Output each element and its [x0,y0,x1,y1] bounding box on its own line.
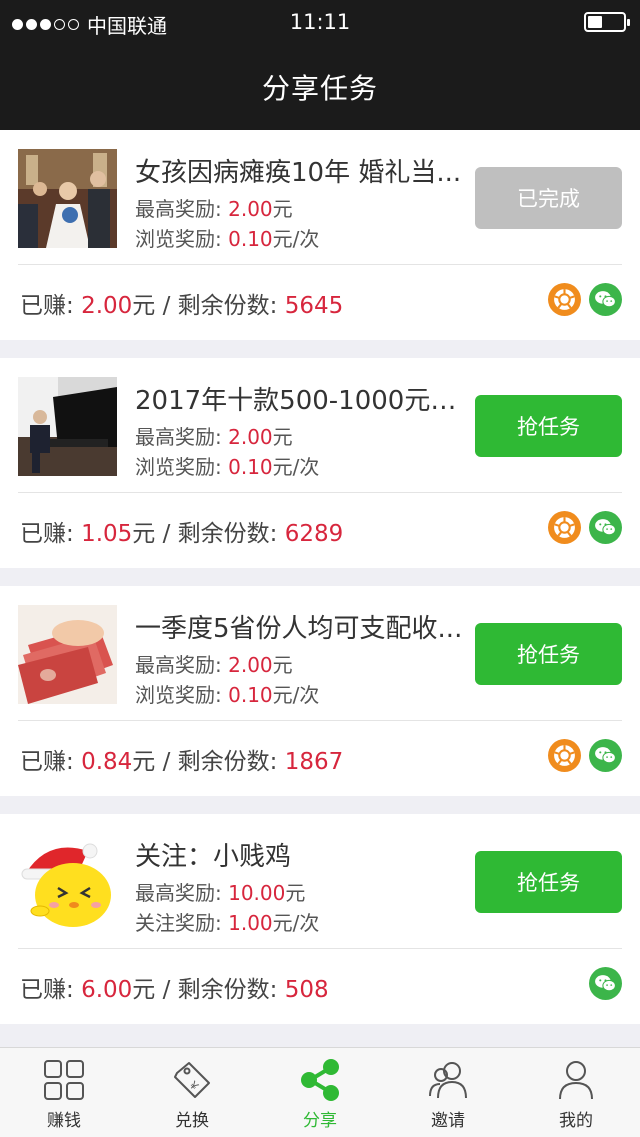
share-icons [548,511,622,544]
moments-icon[interactable] [548,283,581,316]
wedding-photo[interactable] [18,149,117,248]
user-icon [554,1058,598,1102]
view-reward: 浏览奖励: 0.10元/次 [135,683,320,707]
tab-label: 邀请 [431,1111,465,1131]
tab-label: 赚钱 [47,1111,81,1131]
tab-invite[interactable]: 邀请 [384,1048,512,1137]
task-card: 女孩因病瘫痪10年 婚礼当... 最高奖励: 2.00元 浏览奖励: 0.10元… [0,130,640,340]
share-icon [298,1058,342,1102]
tag-icon: ￥ [171,1058,213,1102]
earned-summary: 已赚: 6.00元 / 剩余份数: 508 [20,977,329,1003]
earned-summary: 已赚: 0.84元 / 剩余份数: 1867 [20,749,344,775]
max-reward: 最高奖励: 2.00元 [135,197,293,221]
grab-task-button[interactable]: 抢任务 [475,623,622,685]
divider [18,492,622,493]
max-reward: 最高奖励: 10.00元 [135,881,306,905]
share-icons [589,967,622,1000]
wechat-icon[interactable] [589,739,622,772]
wechat-icon[interactable] [589,511,622,544]
moments-icon[interactable] [548,739,581,772]
status-bar: 中国联通 11:11 [0,0,640,44]
tab-label: 兑换 [175,1111,209,1131]
earned-summary: 已赚: 1.05元 / 剩余份数: 6289 [20,521,344,547]
tab-mine[interactable]: 我的 [512,1048,640,1137]
task-card: 2017年十款500-1000元初... 最高奖励: 2.00元 浏览奖励: 0… [0,358,640,568]
divider [18,948,622,949]
grid-icon [43,1058,85,1102]
view-reward: 浏览奖励: 0.10元/次 [135,227,320,251]
view-reward: 浏览奖励: 0.10元/次 [135,455,320,479]
task-title[interactable]: 2017年十款500-1000元初... [135,380,465,417]
divider [18,720,622,721]
tab-share[interactable]: 分享 [256,1048,384,1137]
divider [18,264,622,265]
task-card: 一季度5省份人均可支配收... 最高奖励: 2.00元 浏览奖励: 0.10元/… [0,586,640,796]
completed-button[interactable]: 已完成 [475,167,622,229]
follow-reward: 关注奖励: 1.00元/次 [135,911,320,935]
max-reward: 最高奖励: 2.00元 [135,653,293,677]
grab-task-button[interactable]: 抢任务 [475,395,622,457]
tab-label: 分享 [303,1111,337,1131]
users-icon [426,1058,470,1102]
tab-earn[interactable]: 赚钱 [0,1048,128,1137]
battery-icon [584,12,630,32]
wechat-icon[interactable] [589,967,622,1000]
share-icons [548,739,622,772]
grab-task-button[interactable]: 抢任务 [475,851,622,913]
piano-photo[interactable] [18,377,117,476]
tab-bar: 赚钱 ￥ 兑换 分享 邀请 我的 [0,1047,640,1137]
tab-exchange[interactable]: ￥ 兑换 [128,1048,256,1137]
task-title[interactable]: 关注：小贱鸡 [135,836,465,873]
task-title[interactable]: 一季度5省份人均可支配收... [135,608,465,645]
money-photo[interactable] [18,605,117,704]
task-list[interactable]: 女孩因病瘫痪10年 婚礼当... 最高奖励: 2.00元 浏览奖励: 0.10元… [0,130,640,1042]
page-title: 分享任务 [0,44,640,130]
task-title[interactable]: 女孩因病瘫痪10年 婚礼当... [135,152,465,189]
chick-mascot[interactable] [18,833,117,932]
max-reward: 最高奖励: 2.00元 [135,425,293,449]
earned-summary: 已赚: 2.00元 / 剩余份数: 5645 [20,293,344,319]
clock: 11:11 [289,10,351,34]
tab-label: 我的 [559,1111,593,1131]
moments-icon[interactable] [548,511,581,544]
wechat-icon[interactable] [589,283,622,316]
share-icons [548,283,622,316]
task-card: 关注：小贱鸡 最高奖励: 10.00元 关注奖励: 1.00元/次 抢任务 已赚… [0,814,640,1024]
